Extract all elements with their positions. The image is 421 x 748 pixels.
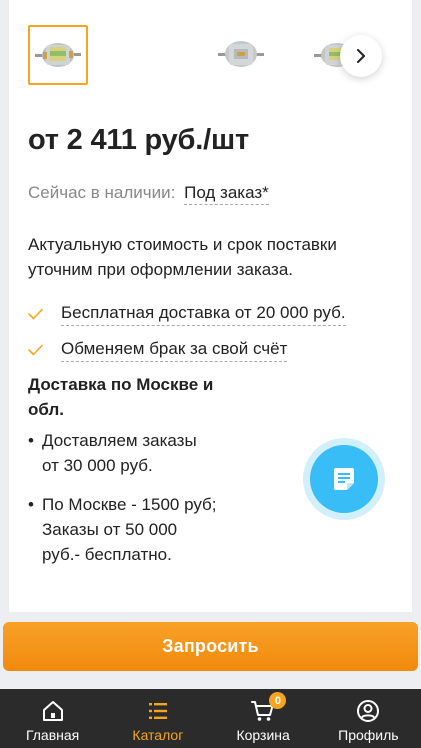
tab-label: Главная bbox=[25, 727, 80, 743]
benefit-item: Бесплатная доставка от 20 000 руб. bbox=[28, 296, 346, 332]
chat-fab-button[interactable] bbox=[303, 438, 385, 520]
benefit-item: Обменяем брак за свой счёт bbox=[28, 332, 346, 368]
benefit-text[interactable]: Бесплатная доставка от 20 000 руб. bbox=[61, 303, 346, 326]
tab-label: Профиль bbox=[338, 727, 399, 743]
delivery-list: Доставляем заказы от 30 000 руб. По Моск… bbox=[28, 428, 218, 581]
availability-row: Сейчас в наличии: Под заказ* bbox=[28, 183, 269, 205]
fuel-filter-image bbox=[218, 41, 264, 67]
availability-label: Сейчас в наличии: bbox=[28, 183, 176, 202]
thumbnail-2[interactable] bbox=[211, 25, 271, 85]
price-notice: Актуальную стоимость и срок поставки уто… bbox=[28, 235, 337, 279]
fuel-filter-image bbox=[35, 43, 81, 67]
chat-document-icon bbox=[334, 468, 354, 490]
tab-profile[interactable]: Профиль bbox=[316, 689, 421, 748]
tab-cart[interactable]: 0 Корзина bbox=[211, 689, 316, 748]
thumbnail-gallery bbox=[9, 0, 412, 110]
chevron-right-icon bbox=[357, 49, 365, 63]
product-price: от 2 411 руб./шт bbox=[28, 124, 249, 156]
profile-icon bbox=[357, 700, 380, 722]
tab-catalog[interactable]: Каталог bbox=[105, 689, 210, 748]
benefit-text[interactable]: Обменяем брак за свой счёт bbox=[61, 339, 288, 362]
benefits-list: Бесплатная доставка от 20 000 руб. Обмен… bbox=[28, 296, 346, 368]
bottom-tabbar: Главная Каталог 0 Корзина Профиль bbox=[0, 689, 421, 748]
home-icon bbox=[42, 701, 63, 721]
availability-value[interactable]: Под заказ* bbox=[184, 183, 269, 205]
thumbnail-1[interactable] bbox=[28, 25, 88, 85]
request-button[interactable]: Запросить bbox=[3, 622, 418, 671]
catalog-list-icon bbox=[148, 703, 167, 719]
tab-label: Каталог bbox=[132, 727, 184, 743]
delivery-title: Доставка по Москве и обл. bbox=[28, 375, 214, 419]
cart-count-badge: 0 bbox=[269, 692, 287, 709]
tab-label: Корзина bbox=[236, 727, 290, 743]
chat-fab-inner bbox=[310, 445, 378, 513]
check-icon bbox=[28, 308, 43, 320]
product-card: от 2 411 руб./шт Сейчас в наличии: Под з… bbox=[9, 0, 412, 612]
delivery-item: Доставляем заказы от 30 000 руб. bbox=[28, 428, 218, 478]
next-image-button[interactable] bbox=[340, 35, 382, 77]
check-icon bbox=[28, 344, 43, 356]
delivery-item: По Москве - 1500 руб; Заказы от 50 000 р… bbox=[28, 492, 218, 567]
tab-home[interactable]: Главная bbox=[0, 689, 105, 748]
